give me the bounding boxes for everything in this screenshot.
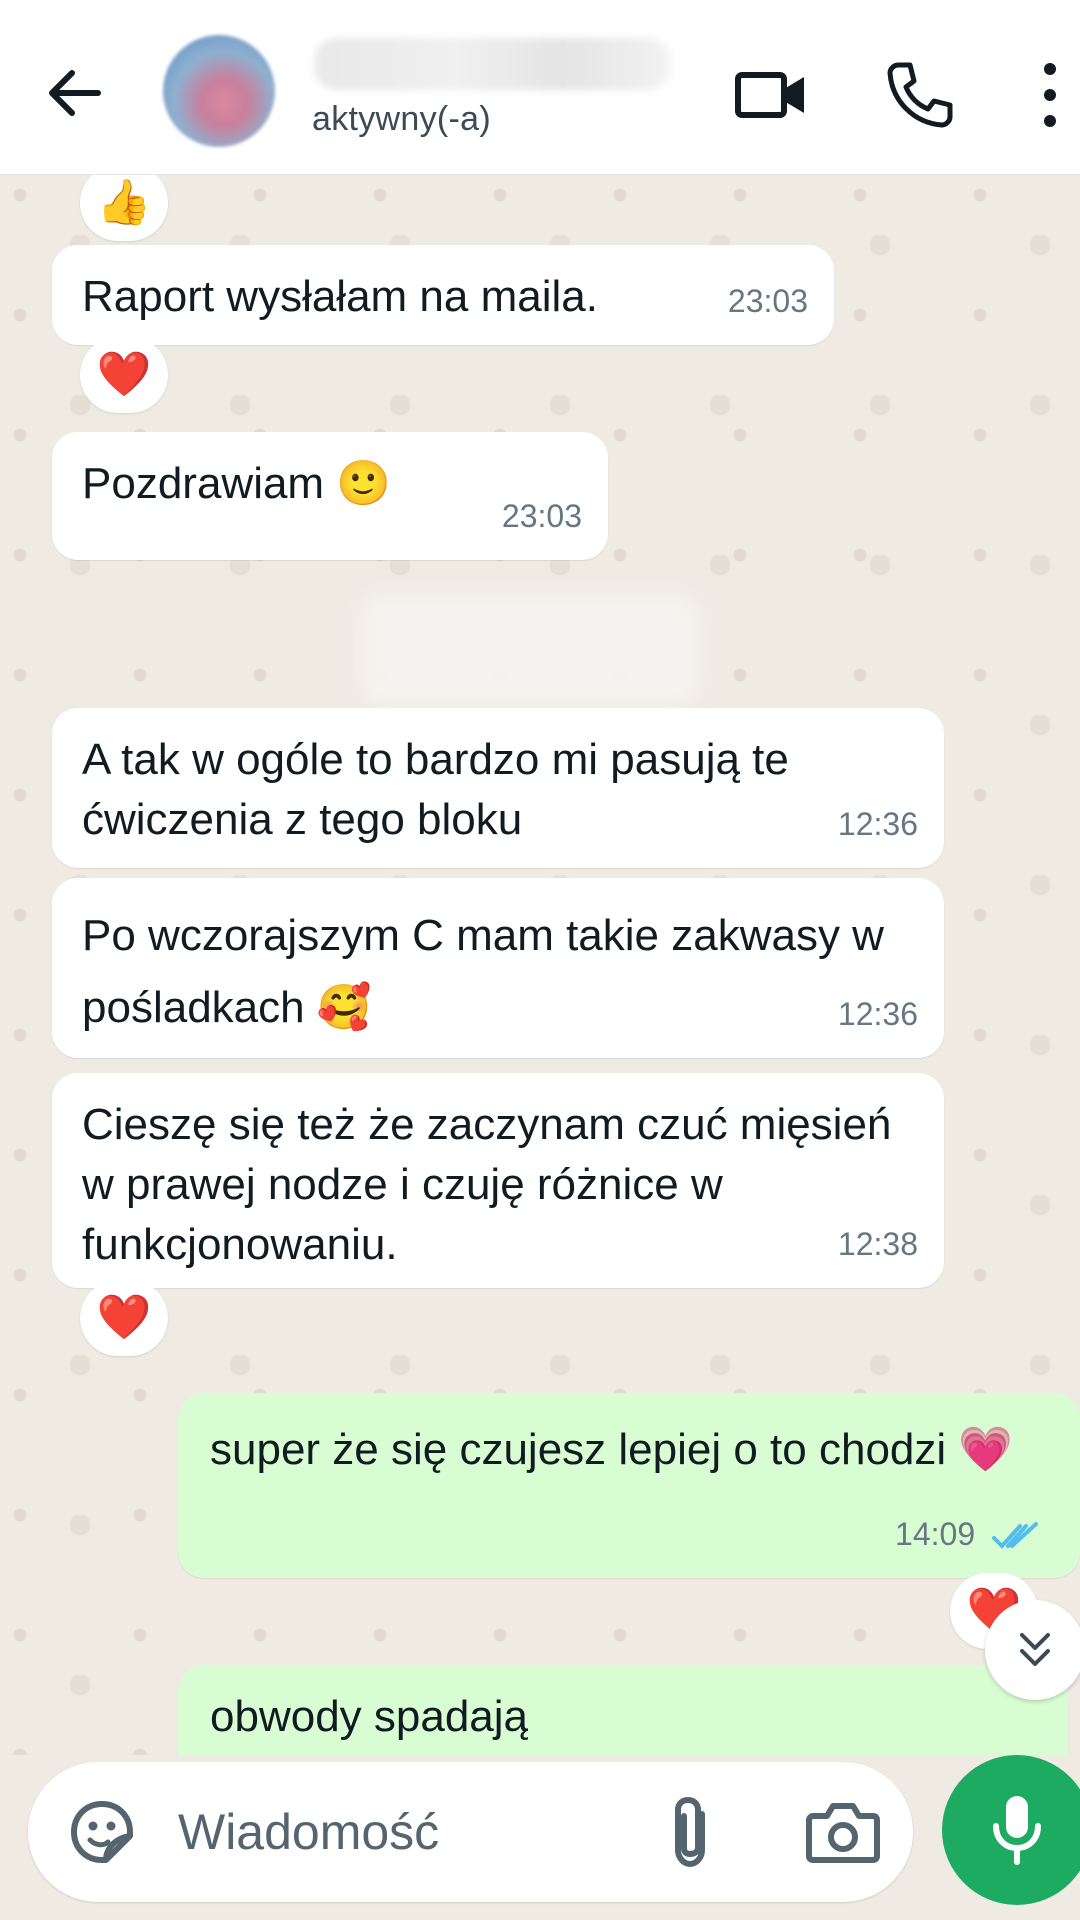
outgoing-message[interactable]: super że się czujesz lepiej o to chodzi … xyxy=(178,1393,1080,1578)
attach-button[interactable] xyxy=(658,1792,728,1872)
video-call-button[interactable] xyxy=(732,55,812,135)
contact-status: aktywny(-a) xyxy=(312,100,491,138)
incoming-message[interactable]: Po wczorajszym C mam takie zakwasy w poś… xyxy=(52,878,944,1058)
contact-avatar[interactable] xyxy=(163,35,275,147)
heart-icon: ❤️ xyxy=(96,350,152,399)
message-reaction[interactable]: ❤️ xyxy=(80,337,168,413)
message-text: super że się czujesz lepiej o to chodzi … xyxy=(210,1425,1014,1474)
chat-area[interactable]: 👍 Raport wysłałam na maila. 23:03 ❤️ Poz… xyxy=(0,175,1080,1755)
phone-icon xyxy=(887,62,953,128)
paperclip-icon xyxy=(675,1796,705,1868)
video-camera-icon xyxy=(735,72,804,118)
message-reaction[interactable]: 👍 xyxy=(80,175,168,241)
more-vertical-icon xyxy=(1044,63,1056,127)
message-time: 23:03 xyxy=(501,498,582,534)
message-time: 12:36 xyxy=(837,806,918,842)
message-time-label: 14:09 xyxy=(895,1516,976,1552)
incoming-message[interactable]: Raport wysłałam na maila. 23:03 xyxy=(52,245,834,345)
double-check-read-icon xyxy=(992,1521,1038,1549)
message-text: Po wczorajszym C mam takie zakwasy w poś… xyxy=(82,911,884,1032)
message-text: obwody spadają xyxy=(210,1692,529,1741)
message-composer xyxy=(28,1762,913,1902)
blurred-area xyxy=(360,595,700,705)
sticker-icon xyxy=(71,1801,133,1863)
voice-call-button[interactable] xyxy=(880,55,960,135)
incoming-message[interactable]: A tak w ogóle to bardzo mi pasują te ćwi… xyxy=(52,708,944,868)
message-time: 12:36 xyxy=(837,996,918,1032)
voice-message-button[interactable] xyxy=(942,1755,1080,1905)
scroll-to-bottom-button[interactable] xyxy=(985,1600,1080,1700)
incoming-message[interactable]: Pozdrawiam 🙂 23:03 xyxy=(52,432,608,560)
message-time: 23:03 xyxy=(727,283,808,319)
message-time: 14:09 xyxy=(895,1504,1040,1564)
thumbs-up-icon: 👍 xyxy=(96,178,152,227)
message-reaction[interactable]: ❤️ xyxy=(80,1280,168,1356)
message-input[interactable] xyxy=(178,1794,658,1870)
more-options-button[interactable] xyxy=(1020,55,1080,135)
heart-icon: ❤️ xyxy=(96,1293,152,1342)
back-button[interactable] xyxy=(40,58,110,128)
message-text: Raport wysłałam na maila. xyxy=(82,272,598,321)
camera-icon xyxy=(806,1803,880,1863)
message-text: Cieszę się też że zaczynam czuć mięsień … xyxy=(82,1100,892,1269)
camera-button[interactable] xyxy=(803,1796,883,1868)
arrow-left-icon xyxy=(49,70,101,116)
sticker-button[interactable] xyxy=(66,1796,138,1868)
message-text: A tak w ogóle to bardzo mi pasują te ćwi… xyxy=(82,735,789,844)
outgoing-message[interactable]: obwody spadają xyxy=(178,1665,1068,1755)
contact-name[interactable] xyxy=(315,38,670,90)
chat-header: aktywny(-a) xyxy=(0,0,1080,175)
microphone-icon xyxy=(993,1796,1041,1865)
message-time: 12:38 xyxy=(837,1226,918,1262)
incoming-message[interactable]: Cieszę się też że zaczynam czuć mięsień … xyxy=(52,1073,944,1288)
double-chevron-down-icon xyxy=(1020,1633,1050,1666)
